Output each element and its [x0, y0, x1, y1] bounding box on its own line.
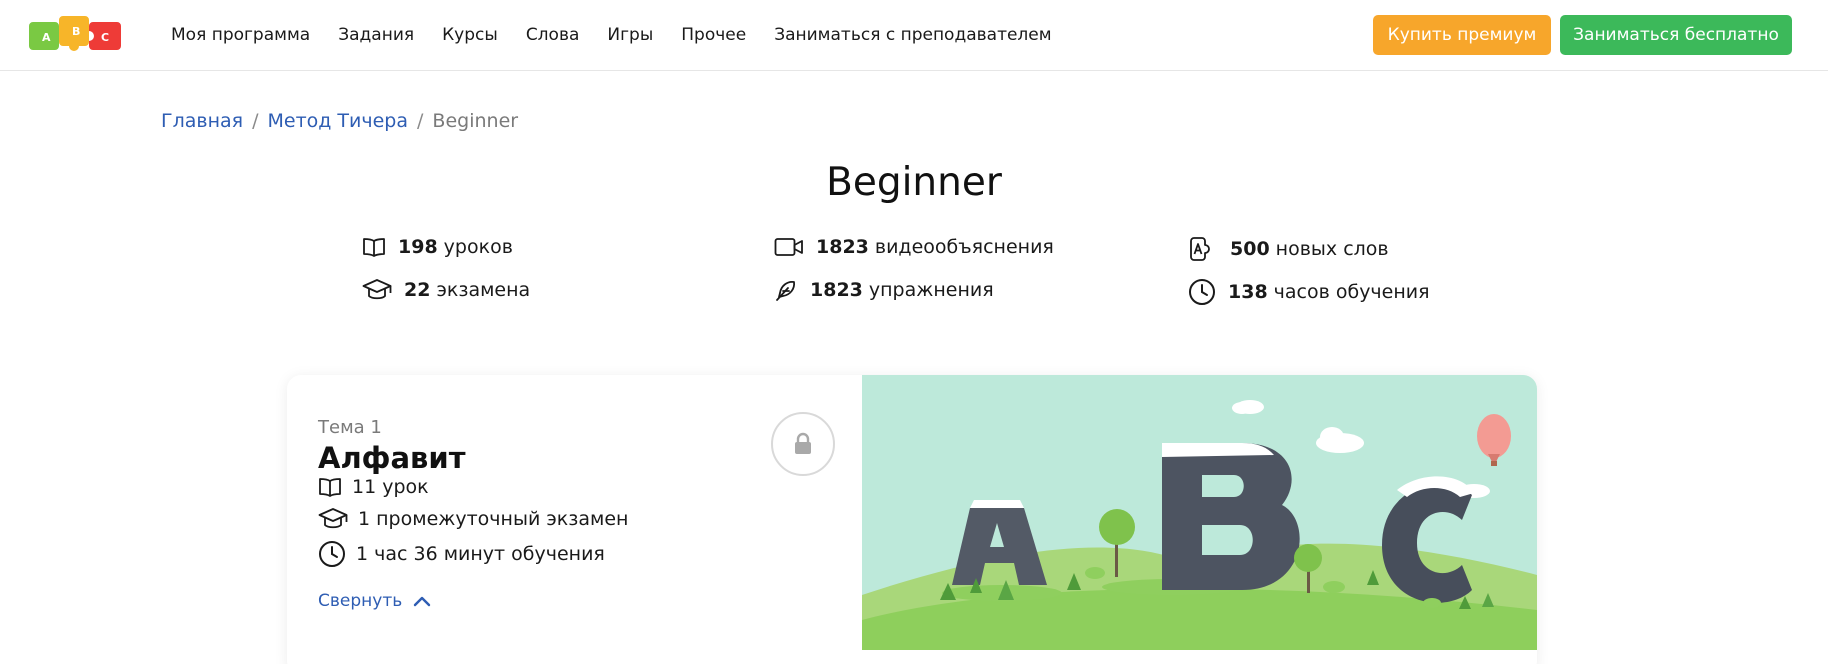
stat-hours: 138 часов обучения [1188, 278, 1430, 306]
topic-title: Алфавит [318, 441, 466, 475]
book-icon [319, 478, 341, 497]
stat-videos-value: 1823 [816, 236, 869, 258]
nav-courses[interactable]: Курсы [442, 25, 498, 45]
breadcrumb-separator: / [417, 110, 424, 132]
topic-lock-badge[interactable] [771, 412, 835, 476]
stat-exercises: 1823 упражнения [774, 278, 994, 302]
stat-words-label: новых слов [1275, 238, 1389, 260]
alphabet-illustration [862, 375, 1537, 650]
dictionary-icon [1190, 237, 1210, 261]
collapse-link[interactable]: Свернуть [318, 591, 432, 611]
stat-exercises-value: 1823 [810, 279, 863, 301]
abc-logo[interactable]: A B C [29, 14, 125, 56]
breadcrumb-separator: / [252, 110, 259, 132]
topic-exam-text: 1 промежуточный экзамен [358, 508, 629, 530]
topic-lessons-text: 11 урок [352, 476, 429, 498]
breadcrumb-home[interactable]: Главная [161, 110, 243, 132]
study-free-button[interactable]: Заниматься бесплатно [1560, 15, 1792, 55]
nav-my-program[interactable]: Моя программа [171, 25, 310, 45]
topic-duration: 1 час 36 минут обучения [318, 540, 605, 568]
logo-letter-c: C [101, 31, 109, 44]
stat-exams-value: 22 [404, 279, 431, 301]
nav-tutor[interactable]: Заниматься с преподавателем [774, 25, 1051, 45]
stat-exams-label: экзамена [436, 279, 531, 301]
stat-hours-label: часов обучения [1273, 281, 1430, 303]
lock-icon [795, 432, 811, 454]
nav-tasks[interactable]: Задания [338, 25, 414, 45]
stat-words-value: 500 [1230, 238, 1270, 260]
logo-letter-a: A [42, 31, 51, 44]
page-title: Beginner [826, 160, 1002, 205]
stat-lessons: 198 уроков [362, 236, 513, 258]
logo-letter-b: B [72, 25, 80, 38]
video-icon [774, 238, 803, 256]
topic-lessons: 11 урок [318, 476, 429, 498]
nav-words[interactable]: Слова [526, 25, 580, 45]
stat-hours-value: 138 [1228, 281, 1268, 303]
graduation-cap-icon [362, 279, 392, 300]
top-header: A B C Моя программа Задания Курсы Слова … [0, 0, 1828, 71]
stat-videos: 1823 видеообъяснения [774, 236, 1054, 258]
graduation-cap-icon [318, 508, 348, 529]
collapse-label: Свернуть [318, 591, 403, 611]
stat-exams: 22 экзамена [362, 278, 530, 302]
stat-lessons-value: 198 [398, 236, 438, 258]
stat-exercises-label: упражнения [868, 279, 994, 301]
book-icon [363, 238, 385, 257]
main-nav: Моя программа Задания Курсы Слова Игры П… [171, 0, 1080, 70]
feather-icon [776, 280, 796, 301]
clock-icon [319, 541, 345, 567]
topic-duration-text: 1 час 36 минут обучения [356, 543, 605, 565]
stat-videos-label: видеообъяснения [874, 236, 1054, 258]
stat-words: 500 новых слов [1188, 236, 1389, 262]
nav-other[interactable]: Прочее [681, 25, 746, 45]
clock-icon [1189, 279, 1215, 305]
buy-premium-button[interactable]: Купить премиум [1373, 15, 1551, 55]
topic-exam: 1 промежуточный экзамен [318, 507, 628, 531]
nav-games[interactable]: Игры [607, 25, 653, 45]
topic-number: Тема 1 [318, 417, 382, 438]
stat-lessons-label: уроков [443, 236, 513, 258]
chevron-up-icon [414, 596, 431, 607]
breadcrumb-method[interactable]: Метод Тичера [267, 110, 408, 132]
breadcrumb: Главная / Метод Тичера / Beginner [161, 110, 518, 132]
breadcrumb-current: Beginner [432, 110, 519, 132]
topic-card[interactable]: Тема 1 Алфавит 11 урок 1 промежуточный э… [287, 375, 1537, 664]
